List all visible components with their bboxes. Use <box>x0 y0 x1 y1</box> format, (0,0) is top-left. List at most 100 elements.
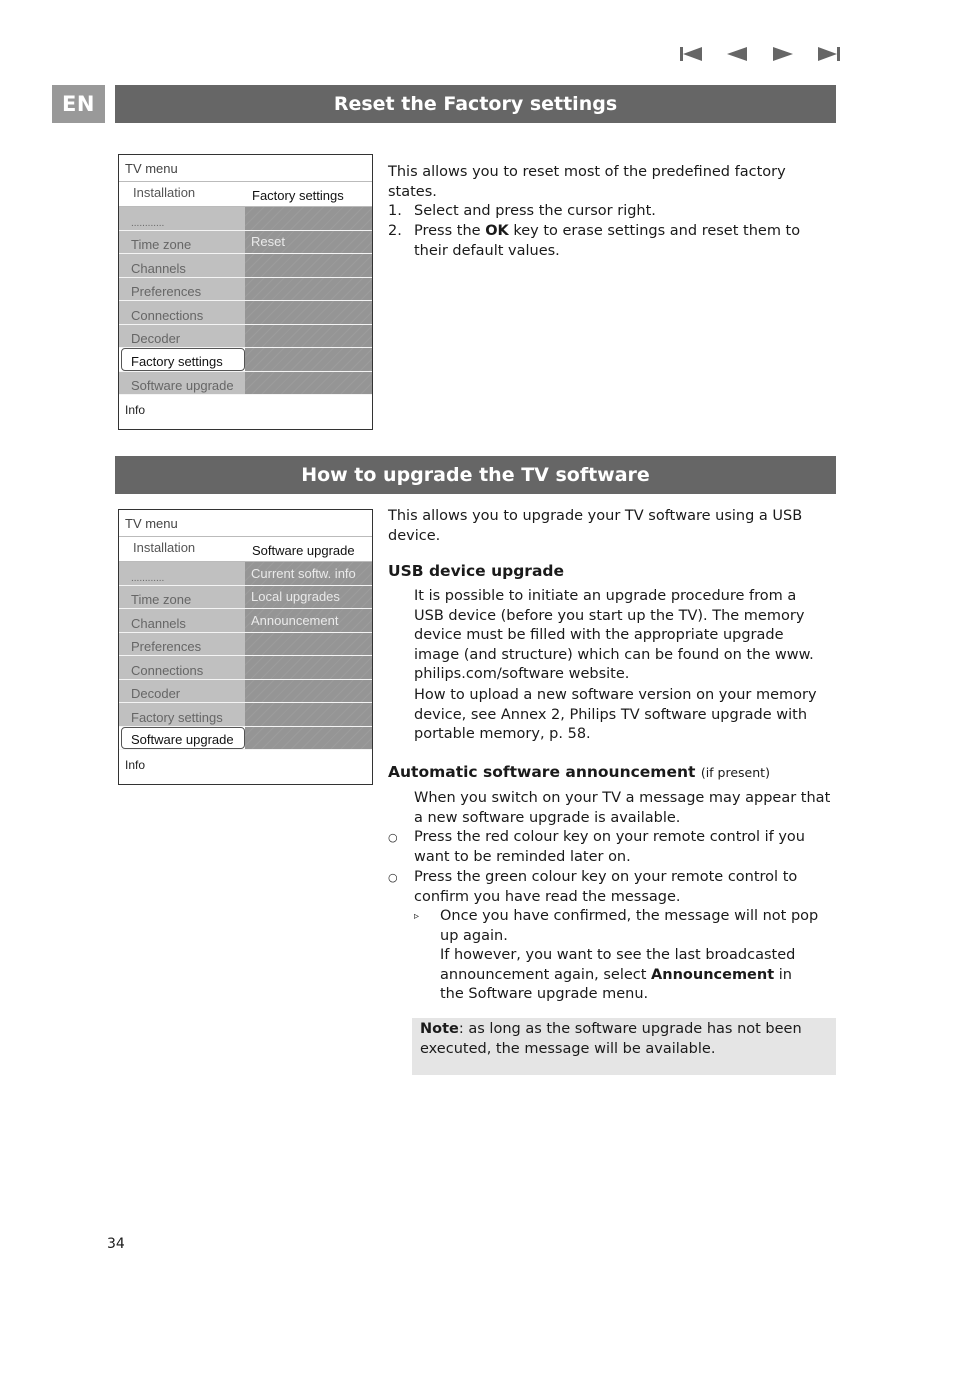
menu-row[interactable]: Time zone Local upgrades <box>119 585 372 609</box>
submenu-item-reset[interactable]: Reset <box>245 230 372 253</box>
upgrade-intro: This allows you to upgrade your TV softw… <box>388 508 803 544</box>
menu-row[interactable]: Factory settings <box>119 348 372 372</box>
usb-paragraph-2: How to upload a new software version on … <box>414 687 817 743</box>
menu-item-connections[interactable]: Connections <box>119 656 245 679</box>
menu-row[interactable]: Software upgrade <box>119 726 372 750</box>
menu-item-time-zone[interactable]: Time zone <box>119 230 245 253</box>
menu-row[interactable]: Decoder <box>119 324 372 348</box>
submenu-item <box>245 348 372 371</box>
previous-page-icon <box>727 47 747 61</box>
submenu-item <box>245 656 372 679</box>
menu-row[interactable]: Decoder <box>119 679 372 703</box>
menu-item-channels[interactable]: Channels <box>119 254 245 277</box>
next-page-icon <box>773 47 793 61</box>
submenu-item-current-softw-info[interactable]: Current softw. info <box>245 562 372 585</box>
menu-item-preferences[interactable]: Preferences <box>119 277 245 300</box>
menu-row[interactable]: ............ <box>119 207 372 231</box>
first-page-icon <box>680 47 702 61</box>
menu-item-time-zone[interactable]: Time zone <box>119 585 245 608</box>
menu-item-preferences[interactable]: Preferences <box>119 632 245 655</box>
step-number: 2. <box>388 223 402 239</box>
menu-item-factory-settings[interactable]: Factory settings <box>119 703 245 726</box>
next-page-button[interactable] <box>760 43 806 65</box>
tv-menu-submenu-label: Installation <box>133 185 196 200</box>
tv-menu-title: TV menu <box>125 161 178 176</box>
submenu-item <box>245 632 372 655</box>
menu-row[interactable]: Connections <box>119 656 372 680</box>
menu-item-decoder[interactable]: Decoder <box>119 324 245 347</box>
tv-menu-rows: ............ Current softw. info Time zon… <box>119 562 372 750</box>
submenu-item <box>245 679 372 702</box>
tv-menu-info: Info <box>125 758 146 772</box>
step-number: 1. <box>388 203 402 219</box>
bullet-icon: ○ <box>388 831 398 844</box>
submenu-item <box>245 324 372 347</box>
usb-paragraph-1: It is possible to initiate an upgrade pr… <box>414 588 814 683</box>
text: Press the <box>414 223 486 239</box>
menu-item-channels[interactable]: Channels <box>119 609 245 632</box>
submenu-item <box>245 207 372 230</box>
language-tag: EN <box>52 85 105 123</box>
auto-paragraph: When you switch on your TV a message may… <box>414 790 831 826</box>
sub-paragraph: If however, you want to see the last bro… <box>440 946 810 1005</box>
section-heading-upgrade: How to upgrade the TV software <box>115 456 836 494</box>
submenu-item <box>245 254 372 277</box>
bullet-item: ○ Press the red colour key on your remot… <box>388 828 833 867</box>
step-2: 2. Press the OK key to erase settings an… <box>388 222 838 262</box>
divider <box>119 536 372 537</box>
menu-row[interactable]: Factory settings <box>119 703 372 727</box>
tv-menu-software-upgrade: TV menu Installation Software upgrade ..… <box>118 509 373 785</box>
menu-item-decoder[interactable]: Decoder <box>119 679 245 702</box>
step-text: Press the OK key to erase settings and r… <box>414 222 834 261</box>
menu-row[interactable]: Channels <box>119 254 372 278</box>
announcement-term: Announcement <box>651 966 775 983</box>
tv-menu-rows: ............ Time zone Reset Channels Pre… <box>119 207 372 395</box>
submenu-item <box>245 301 372 324</box>
menu-row[interactable]: Preferences <box>119 632 372 656</box>
submenu-item <box>245 371 372 394</box>
menu-item-connections[interactable]: Connections <box>119 301 245 324</box>
menu-row[interactable]: ............ Current softw. info <box>119 562 372 586</box>
submenu-item <box>245 703 372 726</box>
triangle-bullet-icon: ▹ <box>414 911 420 922</box>
section-heading-reset: Reset the Factory settings <box>115 85 836 123</box>
note-label: Note <box>420 1021 459 1037</box>
divider <box>119 181 372 182</box>
bullet-item: ○ Press the green colour key on your rem… <box>388 868 833 907</box>
menu-row[interactable]: Connections <box>119 301 372 325</box>
tv-menu-submenu-label: Installation <box>133 540 196 555</box>
usb-heading: USB device upgrade <box>388 562 565 580</box>
menu-item[interactable]: ............ <box>119 207 245 230</box>
submenu-item <box>245 726 372 749</box>
submenu-item-local-upgrades[interactable]: Local upgrades <box>245 585 372 608</box>
auto-announcement-heading: Automatic software announcement (if pres… <box>388 763 770 781</box>
previous-page-button[interactable] <box>714 43 760 65</box>
page-number: 34 <box>107 1236 125 1252</box>
sub-bullet-item: ▹ Once you have confirmed, the message w… <box>414 907 834 946</box>
last-page-button[interactable] <box>806 43 852 65</box>
menu-row[interactable]: Time zone Reset <box>119 230 372 254</box>
menu-row[interactable]: Channels Announcement <box>119 609 372 633</box>
tv-menu-info: Info <box>125 403 146 417</box>
heading-text: Automatic software announcement <box>388 763 696 781</box>
if-present-note: (if present) <box>700 765 770 780</box>
menu-row[interactable]: Software upgrade <box>119 371 372 395</box>
bullet-text: Press the green colour key on your remot… <box>414 869 798 905</box>
menu-row[interactable]: Preferences <box>119 277 372 301</box>
tv-menu-factory-settings: TV menu Installation Factory settings ..… <box>118 154 373 430</box>
note-text: : as long as the software upgrade has no… <box>420 1021 802 1057</box>
menu-item-software-upgrade-selected[interactable]: Software upgrade <box>121 726 245 749</box>
first-page-button[interactable] <box>668 43 714 65</box>
submenu-item <box>245 277 372 300</box>
step-1: 1. Select and press the cursor right. <box>388 202 838 222</box>
step-text: Select and press the cursor right. <box>414 203 656 219</box>
page-navigation <box>668 43 852 65</box>
menu-item[interactable]: ............ <box>119 562 245 585</box>
ok-key: OK <box>485 223 509 239</box>
tv-menu-panel-title: Factory settings <box>252 188 344 203</box>
sub-bullet-text: Once you have confirmed, the message wil… <box>440 908 819 944</box>
bullet-icon: ○ <box>388 871 398 884</box>
submenu-item-announcement[interactable]: Announcement <box>245 609 372 632</box>
menu-item-software-upgrade[interactable]: Software upgrade <box>119 371 245 394</box>
menu-item-factory-settings-selected[interactable]: Factory settings <box>121 348 245 371</box>
